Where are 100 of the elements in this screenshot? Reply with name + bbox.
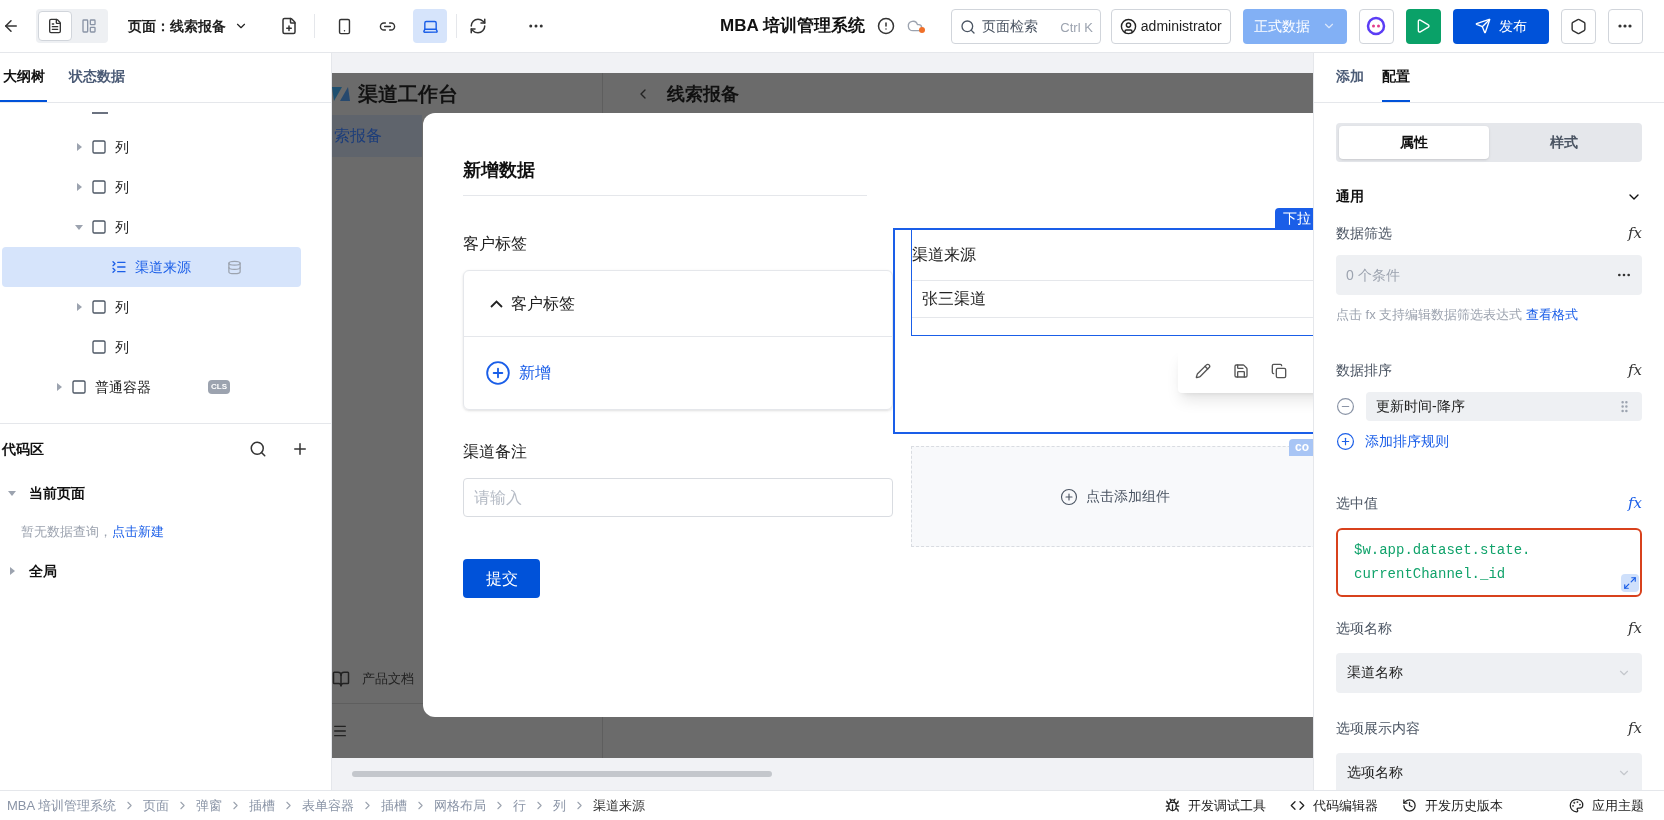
tree-item[interactable]: 列	[2, 167, 329, 207]
bug-icon	[1165, 798, 1180, 813]
note-input[interactable]: 请输入	[463, 478, 893, 517]
field-label: 选项展示内容	[1336, 719, 1420, 738]
create-link[interactable]: 点击新建	[112, 524, 164, 540]
play-icon	[1415, 18, 1432, 34]
formula-button[interactable]: fx	[1628, 492, 1642, 515]
hint-text: 点击 fx 支持编辑数据筛选表达式 查看格式	[1336, 306, 1579, 324]
field-label: 渠道来源	[912, 245, 977, 265]
send-icon	[1474, 18, 1491, 34]
code-line: $w.app.dataset.state.	[1354, 541, 1531, 560]
panel-tab[interactable]: 大纲树	[0, 52, 47, 102]
square-icon	[71, 379, 87, 395]
breadcrumb-item[interactable]: 渠道来源	[593, 795, 646, 816]
back-icon[interactable]	[2, 17, 20, 35]
panel-tab[interactable]: 配置	[1382, 53, 1410, 102]
segment-tab[interactable]: 属性	[1339, 126, 1489, 159]
field-label: 数据筛选	[1336, 223, 1392, 243]
preview-button[interactable]	[1405, 8, 1441, 44]
publish-button[interactable]: 发布	[1452, 8, 1549, 44]
status-tool-button[interactable]: 代码编辑器	[1290, 795, 1378, 816]
tree-item[interactable]: 列	[2, 287, 329, 327]
chevron-up-icon	[490, 299, 503, 308]
section-title: 代码区	[2, 439, 45, 459]
document-icon	[47, 18, 63, 34]
field-label: 选项名称	[1336, 619, 1392, 638]
search-icon[interactable]	[249, 440, 267, 458]
formula-button[interactable]: fx	[1628, 717, 1642, 740]
page-header-title: 线索报备	[667, 82, 739, 106]
segment-tab[interactable]: 样式	[1489, 126, 1639, 159]
tree-item-label: 普通容器	[95, 377, 151, 397]
add-sort-button[interactable]: 添加排序规则	[1336, 430, 1642, 452]
format-link[interactable]: 查看格式	[1525, 307, 1578, 322]
shortcut-hint: Ctrl K	[1060, 18, 1093, 37]
tree-item[interactable]: 渠道来源	[2, 247, 301, 287]
remove-icon[interactable]	[1336, 396, 1355, 416]
list-icon	[111, 259, 127, 275]
tree-item-label: 列	[115, 177, 129, 197]
add-icon[interactable]	[291, 440, 309, 458]
layout-icon	[81, 18, 97, 34]
cloud-sync-icon[interactable]	[906, 18, 923, 34]
tree-item[interactable]: 普通容器 CLS	[2, 367, 329, 407]
code-section-header[interactable]: 当前页面	[0, 474, 331, 512]
code-line: currentChannel._id	[1354, 565, 1506, 584]
select-field[interactable]: 选项名称	[1336, 752, 1642, 790]
tree-item[interactable]: 列	[2, 207, 329, 247]
page-selector[interactable]: 页面：线索报备	[128, 15, 248, 37]
page-view-button[interactable]	[38, 11, 72, 41]
search-icon	[959, 18, 976, 35]
tree-item-label: 渠道来源	[135, 257, 191, 277]
hexagon-icon	[1569, 17, 1587, 35]
user-button[interactable]: administrator	[1110, 8, 1231, 44]
formula-button[interactable]: fx	[1628, 359, 1642, 382]
component-tag: 下拉	[1275, 208, 1313, 228]
square-icon	[91, 179, 107, 195]
desktop-preview-button[interactable]	[413, 9, 447, 43]
app-title: MBA 培训管理系统	[720, 15, 865, 38]
tree-item[interactable]: 列	[2, 127, 329, 167]
panel-tab[interactable]: 状态数据	[67, 52, 127, 102]
status-tool-button[interactable]: 开发调试工具	[1165, 795, 1266, 816]
assistant-button[interactable]	[1358, 8, 1394, 44]
more-icon	[1618, 24, 1633, 28]
settings-button[interactable]	[1560, 8, 1596, 44]
group-header[interactable]: 客户标签	[464, 271, 892, 337]
new-page-icon[interactable]	[280, 17, 298, 35]
square-icon	[91, 299, 107, 315]
square-icon	[91, 219, 107, 235]
edit-icon[interactable]	[1195, 363, 1211, 379]
tree-item-label: 列	[115, 337, 129, 357]
container-tag: co	[1289, 439, 1313, 456]
formula-button[interactable]: fx	[1628, 221, 1642, 245]
section-header[interactable]: 通用	[1336, 186, 1642, 207]
code-section-header[interactable]: 全局	[0, 552, 331, 590]
book-icon	[332, 669, 350, 688]
database-icon	[227, 259, 242, 275]
field-label: 渠道备注	[463, 442, 528, 462]
tree-item[interactable]: 列	[2, 327, 329, 367]
code-icon	[1290, 798, 1305, 813]
modal-title: 新增数据	[463, 159, 536, 182]
plus-circle-icon	[1060, 487, 1078, 506]
select-field[interactable]: 渠道名称	[1336, 652, 1642, 693]
save-icon[interactable]	[1233, 363, 1249, 379]
info-icon[interactable]	[876, 17, 895, 35]
square-icon	[91, 139, 107, 155]
menu-icon[interactable]	[332, 723, 348, 739]
app-logo-text: 渠道工作台	[358, 82, 458, 107]
status-tool-button[interactable]: 应用主题	[1569, 795, 1644, 816]
empty-message: 暂无数据查询，点击新建	[21, 523, 164, 542]
add-tag-button[interactable]: 新增	[464, 337, 892, 409]
refresh-icon[interactable]	[469, 17, 487, 35]
copy-icon[interactable]	[1271, 363, 1287, 379]
field-label: 数据排序	[1336, 361, 1392, 380]
formula-button[interactable]: fx	[1628, 617, 1642, 640]
plus-circle-icon	[1336, 431, 1355, 451]
status-tool-button[interactable]: 开发历史版本	[1402, 795, 1503, 816]
square-icon	[91, 339, 107, 355]
panel-tab[interactable]: 添加	[1336, 53, 1364, 102]
submit-button[interactable]: 提交	[463, 559, 540, 598]
channel-select[interactable]: 张三渠道	[912, 280, 1313, 318]
expand-icon[interactable]	[1621, 573, 1639, 592]
